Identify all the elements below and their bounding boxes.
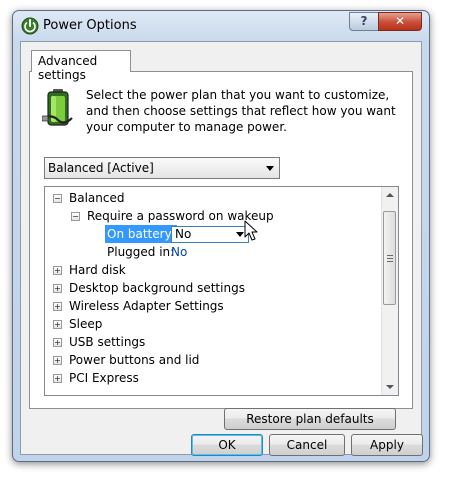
setting-on-battery[interactable]: On battery: No — [45, 225, 375, 243]
power-plan-select[interactable]: Balanced [Active] — [44, 157, 280, 179]
restore-plan-defaults-button[interactable]: Restore plan defaults — [224, 408, 396, 430]
mouse-pointer-icon — [244, 220, 258, 241]
plugged-in-value-link[interactable]: No — [171, 243, 187, 261]
tree-node-label: USB settings — [69, 335, 146, 349]
description-text: Select the power plan that you want to c… — [86, 88, 396, 134]
settings-tree-content: − Balanced − Require a password on wakeu… — [45, 187, 378, 395]
grip-line — [387, 261, 393, 262]
on-battery-value: No — [175, 227, 192, 241]
window-title: Power Options — [43, 18, 137, 33]
battery-icon — [42, 89, 73, 126]
on-battery-label: On battery: — [105, 225, 177, 243]
scroll-up-icon[interactable] — [386, 193, 394, 197]
close-button[interactable]: ✕ — [378, 12, 422, 31]
chevron-down-icon — [236, 232, 244, 237]
tree-node-label: Power buttons and lid — [69, 353, 200, 367]
tree-node-label: Hard disk — [69, 263, 126, 277]
scroll-down-icon[interactable] — [386, 385, 394, 389]
expand-icon[interactable]: + — [53, 284, 62, 293]
dialog-client-area: Advanced settings Select the power plan … — [20, 41, 423, 456]
collapse-icon[interactable]: − — [71, 212, 80, 221]
plugged-in-label: Plugged in: — [107, 245, 175, 259]
power-options-window: Power Options ? ✕ Advanced settings Sele… — [12, 10, 430, 462]
tree-node-label: Sleep — [69, 317, 103, 331]
tree-scrollbar[interactable] — [381, 187, 398, 395]
expand-icon[interactable]: + — [53, 302, 62, 311]
expand-icon[interactable]: + — [53, 374, 62, 383]
collapse-icon[interactable]: − — [53, 194, 62, 203]
grip-line — [387, 255, 393, 256]
scrollbar-thumb[interactable] — [383, 211, 396, 305]
power-options-icon — [21, 17, 39, 35]
chevron-down-icon — [266, 166, 274, 171]
expand-icon[interactable]: + — [53, 320, 62, 329]
help-button[interactable]: ? — [349, 12, 379, 31]
ok-button[interactable]: OK — [191, 434, 263, 456]
power-plan-value: Balanced [Active] — [48, 161, 154, 175]
setting-plugged-in[interactable]: Plugged in: No — [45, 243, 375, 261]
advanced-settings-panel: Select the power plan that you want to c… — [29, 71, 413, 430]
expand-icon[interactable]: + — [53, 338, 62, 347]
apply-button[interactable]: Apply — [351, 434, 423, 456]
expand-icon[interactable]: + — [53, 356, 62, 365]
tree-node-label: PCI Express — [69, 371, 139, 385]
tree-node-label: Balanced — [69, 191, 125, 205]
tree-node-label: Desktop background settings — [69, 281, 245, 295]
expand-icon[interactable]: + — [53, 266, 62, 275]
title-bar[interactable]: Power Options ? ✕ — [13, 11, 429, 41]
tree-node-label: Wireless Adapter Settings — [69, 299, 224, 313]
on-battery-select[interactable]: No — [171, 226, 249, 243]
tab-advanced-settings[interactable]: Advanced settings — [31, 50, 131, 82]
cancel-button[interactable]: Cancel — [269, 434, 345, 456]
grip-line — [387, 258, 393, 259]
settings-tree[interactable]: − Balanced − Require a password on wakeu… — [44, 186, 399, 396]
